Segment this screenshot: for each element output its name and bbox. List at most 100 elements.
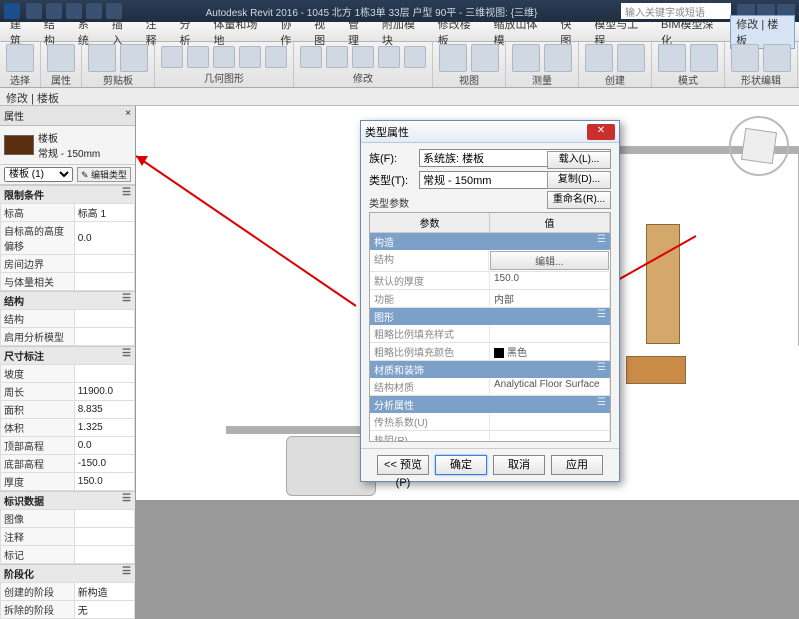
ribbon-group-形状编辑: 形状编辑 [725, 42, 798, 87]
ribbon-group-label: 属性 [47, 72, 75, 87]
grid-category[interactable]: 图形☰ [370, 308, 610, 325]
grid-category[interactable]: 分析属性☰ [370, 396, 610, 413]
ribbon-icon[interactable] [88, 44, 116, 72]
view-cube[interactable] [729, 116, 789, 176]
ribbon-group-属性: 属性 [41, 42, 82, 87]
props-row[interactable]: 厚度150.0 [1, 473, 135, 491]
props-row[interactable]: 拆除的阶段无 [1, 601, 135, 619]
props-category[interactable]: 结构☰ [0, 291, 135, 309]
grid-row[interactable]: 结构编辑... [370, 250, 610, 272]
dialog-footer: << 预览(P) 确定 取消 应用 [361, 448, 619, 481]
ribbon-icon[interactable] [187, 46, 209, 68]
props-category[interactable]: 标识数据☰ [0, 491, 135, 509]
ribbon-group-修改: 修改 [294, 42, 433, 87]
ribbon-group-测量: 测量 [506, 42, 579, 87]
grid-row[interactable]: 粗略比例填充颜色黑色 [370, 343, 610, 361]
properties-palette: 属性× 楼板 常规 - 150mm 楼板 (1) ✎ 编辑类型 限制条件☰标高标… [0, 106, 136, 500]
props-row[interactable]: 底部高程-150.0 [1, 455, 135, 473]
apply-button[interactable]: 应用 [551, 455, 603, 475]
ribbon-icon[interactable] [544, 44, 572, 72]
ribbon-icon[interactable] [352, 46, 374, 68]
grid-row[interactable]: 热阻(R) [370, 431, 610, 442]
ribbon-group-创建: 创建 [579, 42, 652, 87]
properties-grid: 限制条件☰标高标高 1自标高的高度偏移0.0房间边界与体量相关结构☰结构启用分析… [0, 185, 135, 619]
ribbon-group-label: 创建 [585, 72, 645, 87]
ribbon-icon[interactable] [512, 44, 540, 72]
ribbon-icon[interactable] [265, 46, 287, 68]
context-bar: 修改 | 楼板 [0, 88, 799, 106]
props-row[interactable]: 坡度 [1, 365, 135, 383]
grid-row[interactable]: 默认的厚度150.0 [370, 272, 610, 290]
props-row[interactable]: 房间边界 [1, 255, 135, 273]
ribbon-icon[interactable] [690, 44, 718, 72]
props-row[interactable]: 启用分析模型 [1, 328, 135, 346]
dialog-side-button-0[interactable]: 载入(L)... [547, 151, 611, 169]
ribbon-icon[interactable] [404, 46, 426, 68]
dialog-side-button-1[interactable]: 复制(D)... [547, 171, 611, 189]
props-row[interactable]: 顶部高程0.0 [1, 437, 135, 455]
props-row[interactable]: 标记 [1, 546, 135, 564]
props-row[interactable]: 周长11900.0 [1, 383, 135, 401]
props-row[interactable]: 创建的阶段新构造 [1, 583, 135, 601]
ribbon-icon[interactable] [161, 46, 183, 68]
ribbon-group-label: 修改 [300, 70, 426, 85]
ribbon: 选择属性剪贴板几何图形修改视图测量创建模式形状编辑 [0, 42, 799, 88]
props-row[interactable]: 标高标高 1 [1, 204, 135, 222]
type-name: 楼板 常规 - 150mm [38, 130, 131, 160]
palette-close-icon[interactable]: × [125, 108, 131, 123]
ribbon-icon[interactable] [213, 46, 235, 68]
props-category[interactable]: 尺寸标注☰ [0, 346, 135, 364]
ribbon-group-label: 剪贴板 [88, 72, 148, 87]
ribbon-icon[interactable] [6, 44, 34, 72]
ribbon-group-label: 选择 [6, 72, 34, 87]
ribbon-icon[interactable] [617, 44, 645, 72]
ok-button[interactable]: 确定 [435, 455, 487, 475]
edit-type-button[interactable]: ✎ 编辑类型 [77, 167, 131, 182]
ribbon-group-label: 测量 [512, 72, 572, 87]
dialog-titlebar[interactable]: 类型属性 ✕ [361, 121, 619, 143]
ribbon-group-几何图形: 几何图形 [155, 42, 294, 87]
ribbon-icon[interactable] [471, 44, 499, 72]
props-row[interactable]: 结构 [1, 310, 135, 328]
props-row[interactable]: 体积1.325 [1, 419, 135, 437]
ribbon-icon[interactable] [326, 46, 348, 68]
preview-button[interactable]: << 预览(P) [377, 455, 429, 475]
props-row[interactable]: 注释 [1, 528, 135, 546]
ribbon-group-label: 视图 [439, 72, 499, 87]
dialog-title: 类型属性 [365, 124, 409, 140]
grid-row[interactable]: 粗略比例填充样式 [370, 325, 610, 343]
type-swatch [4, 135, 34, 155]
grid-header-param: 参数 [370, 213, 490, 232]
cancel-button[interactable]: 取消 [493, 455, 545, 475]
grid-category[interactable]: 构造☰ [370, 233, 610, 250]
type-selector[interactable]: 楼板 常规 - 150mm [0, 126, 135, 165]
ribbon-icon[interactable] [731, 44, 759, 72]
grid-header-value: 值 [490, 213, 610, 232]
props-row[interactable]: 自标高的高度偏移0.0 [1, 222, 135, 255]
grid-edit-button[interactable]: 编辑... [490, 251, 610, 270]
props-category[interactable]: 阶段化☰ [0, 564, 135, 582]
ribbon-icon[interactable] [585, 44, 613, 72]
ribbon-icon[interactable] [439, 44, 467, 72]
ribbon-icon[interactable] [120, 44, 148, 72]
ribbon-group-label: 形状编辑 [731, 72, 791, 87]
properties-header: 属性× [0, 106, 135, 126]
grid-row[interactable]: 结构材质Analytical Floor Surface [370, 378, 610, 396]
ribbon-icon[interactable] [658, 44, 686, 72]
dialog-close-button[interactable]: ✕ [587, 124, 615, 140]
instance-selector[interactable]: 楼板 (1) [4, 167, 73, 182]
dialog-side-button-2[interactable]: 重命名(R)... [547, 191, 611, 209]
ribbon-icon[interactable] [300, 46, 322, 68]
ribbon-icon[interactable] [378, 46, 400, 68]
props-category[interactable]: 限制条件☰ [0, 185, 135, 203]
grid-row[interactable]: 传热系数(U) [370, 413, 610, 431]
props-row[interactable]: 图像 [1, 510, 135, 528]
ribbon-icon[interactable] [763, 44, 791, 72]
props-row[interactable]: 面积8.835 [1, 401, 135, 419]
grid-category[interactable]: 材质和装饰☰ [370, 361, 610, 378]
props-row[interactable]: 与体量相关 [1, 273, 135, 291]
grid-row[interactable]: 功能内部 [370, 290, 610, 308]
ribbon-tabs: 建筑结构系统插入注释分析体量和场地协作视图管理附加模块修改楼板缩放山体模快图模型… [0, 22, 799, 42]
ribbon-icon[interactable] [47, 44, 75, 72]
ribbon-icon[interactable] [239, 46, 261, 68]
